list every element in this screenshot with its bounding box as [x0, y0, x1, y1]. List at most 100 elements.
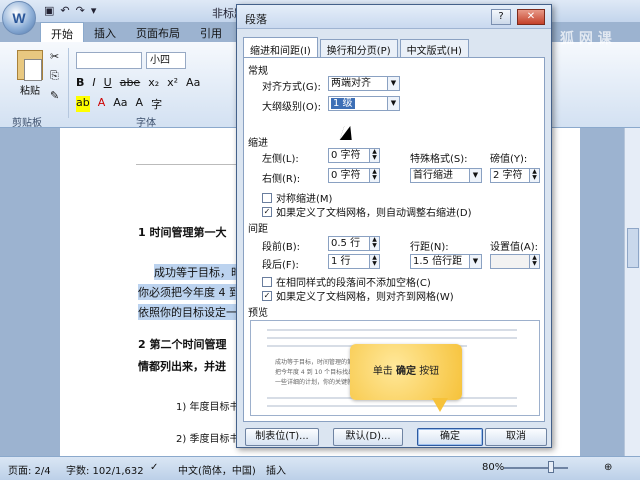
dialog-title-bar: 段落 ? ✕	[237, 5, 551, 29]
highlight-button[interactable]: ab	[76, 96, 90, 112]
chevron-down-icon: ▼	[469, 169, 481, 182]
paste-button[interactable]: 粘贴	[12, 50, 48, 97]
insert-mode[interactable]: 插入	[266, 462, 286, 477]
page-indicator[interactable]: 页面: 2/4	[8, 462, 51, 477]
indent-by-value: 2 字符	[493, 170, 523, 181]
tab-page-layout[interactable]: 页面布局	[126, 22, 190, 44]
strikethrough-button[interactable]: abe	[120, 76, 141, 89]
auto-adjust-indent-checkbox[interactable]: ✓ 如果定义了文档网格，则自动调整右缩进(D)	[262, 204, 472, 219]
quick-access-toolbar: ▣ ↶ ↷ ▾	[44, 4, 96, 17]
spinner-arrows-icon[interactable]: ▲ ▼	[369, 169, 379, 182]
header-rule	[136, 164, 246, 165]
underline-button[interactable]: U	[104, 76, 112, 89]
space-before-spinner[interactable]: 0.5 行 ▲ ▼	[328, 236, 380, 251]
format-buttons-row1: B I U abe x₂ x² Aa	[76, 76, 200, 89]
doc-heading-2: 2 第二个时间管理	[138, 338, 227, 351]
vertical-scrollbar[interactable]	[624, 128, 640, 456]
font-size-box[interactable]: 小四	[146, 52, 186, 69]
word-count[interactable]: 字数: 102/1,632	[66, 462, 144, 477]
office-logo-icon: W	[12, 10, 26, 26]
zoom-slider[interactable]	[504, 467, 568, 469]
change-case-button[interactable]: Aa	[186, 76, 200, 89]
spinner-arrows-icon[interactable]: ▲ ▼	[529, 169, 539, 182]
indent-by-spinner[interactable]: 2 字符 ▲ ▼	[490, 168, 540, 183]
preview-section-title: 预览	[248, 308, 268, 319]
ribbon-tabs: 开始 插入 页面布局 引用	[40, 22, 232, 44]
dialog-title: 段落	[245, 13, 267, 26]
checkbox-box[interactable]	[262, 192, 272, 203]
help-button[interactable]: ?	[491, 9, 511, 25]
spinner-arrows-icon[interactable]: ▲ ▼	[369, 149, 379, 162]
copy-icon[interactable]: ⎘	[50, 69, 59, 83]
superscript-button[interactable]: x²	[167, 76, 178, 89]
tab-indents-spacing[interactable]: 缩进和间距(I)	[243, 37, 318, 57]
tab-asian-typography[interactable]: 中文版式(H)	[399, 39, 469, 57]
close-button[interactable]: ✕	[517, 9, 545, 25]
special-indent-value: 首行缩进	[413, 170, 453, 181]
space-before-label: 段前(B):	[262, 242, 301, 253]
right-indent-value: 0 字符	[331, 170, 361, 181]
line-spacing-value: 1.5 倍行距	[413, 256, 463, 267]
spinner-arrows-icon[interactable]: ▲ ▼	[529, 255, 539, 268]
ok-button[interactable]: 确定	[417, 428, 483, 446]
tab-line-page-breaks[interactable]: 换行和分页(P)	[319, 39, 398, 57]
alignment-label: 对齐方式(G):	[262, 82, 321, 93]
tabs-button[interactable]: 制表位(T)...	[245, 428, 319, 446]
checkbox-box[interactable]	[262, 276, 272, 287]
checkbox-box[interactable]: ✓	[262, 206, 272, 217]
proofing-icon[interactable]: ✓	[150, 462, 158, 473]
auto-adjust-indent-label: 如果定义了文档网格，则自动调整右缩进(D)	[276, 208, 472, 219]
text-effect-button[interactable]: Aa	[113, 96, 127, 112]
chevron-down-icon: ▼	[387, 97, 399, 110]
cancel-button[interactable]: 取消	[485, 428, 547, 446]
scroll-thumb[interactable]	[627, 228, 639, 268]
preview-line	[267, 329, 517, 331]
left-indent-label: 左侧(L):	[262, 154, 299, 165]
tab-home[interactable]: 开始	[40, 22, 84, 44]
right-indent-label: 右侧(R):	[262, 174, 301, 185]
space-after-spinner[interactable]: 1 行 ▲ ▼	[328, 254, 380, 269]
char-shading-button[interactable]: A	[136, 96, 144, 112]
zoom-in-icon[interactable]: ⊕	[604, 462, 612, 473]
qat-dropdown-icon[interactable]: ▾	[91, 4, 97, 17]
undo-icon[interactable]: ↶	[60, 4, 69, 17]
right-indent-spinner[interactable]: 0 字符 ▲ ▼	[328, 168, 380, 183]
zoom-level[interactable]: 80%	[482, 462, 504, 473]
cut-icon[interactable]: ✂	[50, 50, 59, 63]
mirror-indent-checkbox[interactable]: 对称缩进(M)	[262, 190, 332, 205]
snap-to-grid-label: 如果定义了文档网格，则对齐到网格(W)	[276, 292, 454, 303]
line-spacing-at-spinner[interactable]: ▲ ▼	[490, 254, 540, 269]
italic-button[interactable]: I	[92, 76, 95, 89]
space-after-label: 段后(F):	[262, 260, 299, 271]
redo-icon[interactable]: ↷	[76, 4, 85, 17]
font-name-box[interactable]	[76, 52, 142, 69]
language-indicator[interactable]: 中文(简体，中国)	[178, 462, 256, 477]
office-button[interactable]: W	[2, 1, 36, 35]
doc-para-line: 你必须把今年度 4 到 1	[138, 284, 251, 300]
alignment-select[interactable]: 两端对齐 ▼	[328, 76, 400, 91]
default-button[interactable]: 默认(D)...	[333, 428, 403, 446]
font-color-button[interactable]: A	[98, 96, 106, 112]
tab-insert[interactable]: 插入	[84, 22, 126, 44]
outline-level-select[interactable]: 1 级 ▼	[328, 96, 400, 111]
callout-prefix: 单击	[372, 366, 393, 377]
no-space-same-style-checkbox[interactable]: 在相同样式的段落间不添加空格(C)	[262, 274, 431, 289]
indent-section-title: 缩进	[248, 138, 268, 149]
chevron-down-icon: ▼	[387, 77, 399, 90]
left-indent-spinner[interactable]: 0 字符 ▲ ▼	[328, 148, 380, 163]
enclose-char-button[interactable]: 字	[151, 96, 162, 112]
preview-line	[267, 405, 517, 407]
save-icon[interactable]: ▣	[44, 4, 54, 17]
subscript-button[interactable]: x₂	[148, 76, 159, 89]
snap-to-grid-checkbox[interactable]: ✓ 如果定义了文档网格，则对齐到网格(W)	[262, 288, 454, 303]
tab-references[interactable]: 引用	[190, 22, 232, 44]
mirror-indent-label: 对称缩进(M)	[276, 194, 333, 205]
spinner-arrows-icon[interactable]: ▲ ▼	[369, 237, 379, 250]
zoom-slider-knob[interactable]	[548, 461, 554, 473]
bold-button[interactable]: B	[76, 76, 84, 89]
format-painter-icon[interactable]: ✎	[50, 89, 59, 102]
line-spacing-select[interactable]: 1.5 倍行距 ▼	[410, 254, 482, 269]
checkbox-box[interactable]: ✓	[262, 290, 272, 301]
special-indent-select[interactable]: 首行缩进 ▼	[410, 168, 482, 183]
spinner-arrows-icon[interactable]: ▲ ▼	[369, 255, 379, 268]
